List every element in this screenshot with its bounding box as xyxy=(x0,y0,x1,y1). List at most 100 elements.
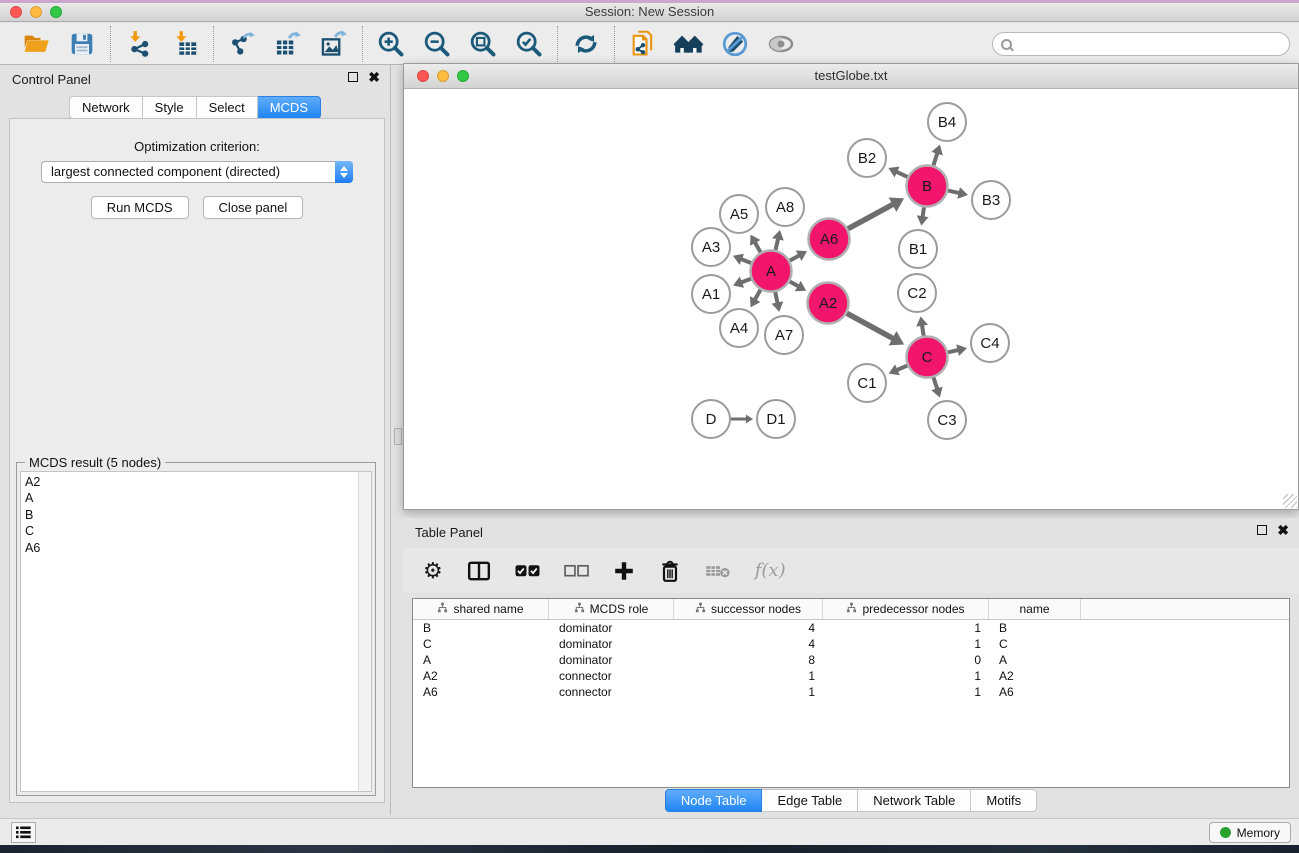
add-column-plus-icon[interactable] xyxy=(613,556,635,586)
graph-edge-B-B1[interactable] xyxy=(922,207,924,218)
table-cell[interactable]: dominator xyxy=(549,636,674,652)
mcds-result-list[interactable]: A2ABCA6 xyxy=(20,471,372,792)
delete-column-trash-icon[interactable] xyxy=(659,556,681,586)
table-cell[interactable]: 0 xyxy=(823,652,989,668)
table-row[interactable]: A2connector11A2 xyxy=(413,668,1289,684)
table-cell[interactable]: A xyxy=(413,652,549,668)
search-field[interactable] xyxy=(992,32,1290,56)
graph-edge-A-A1[interactable] xyxy=(740,279,751,283)
memory-button[interactable]: Memory xyxy=(1209,822,1291,843)
optimization-criterion-dropdown[interactable]: largest connected component (directed) xyxy=(41,161,353,183)
zoom-in-icon[interactable] xyxy=(376,29,406,59)
table-cell[interactable]: 1 xyxy=(823,668,989,684)
open-session-icon[interactable] xyxy=(21,29,51,59)
tab-network[interactable]: Network xyxy=(69,96,143,119)
tab-edge-table[interactable]: Edge Table xyxy=(762,789,858,812)
table-cell[interactable]: A2 xyxy=(413,668,549,684)
export-image-icon[interactable] xyxy=(319,29,349,59)
import-table-icon[interactable] xyxy=(170,29,200,59)
table-cell[interactable]: C xyxy=(989,636,1081,652)
float-table-panel-icon[interactable] xyxy=(1257,525,1267,535)
table-cell[interactable]: 8 xyxy=(674,652,823,668)
network-window-titlebar[interactable]: testGlobe.txt xyxy=(404,64,1298,89)
table-cell[interactable]: 4 xyxy=(674,620,823,636)
graph-edge-A-A7[interactable] xyxy=(775,292,777,304)
graph-edge-A-A2[interactable] xyxy=(790,282,800,287)
network-canvas[interactable]: AA1A2A3A4A5A6A7A8BB1B2B3B4CC1C2C3C4DD1 xyxy=(404,90,1298,509)
column-header-shared-name[interactable]: shared name xyxy=(413,599,549,619)
graph-edge-A-A4[interactable] xyxy=(754,290,760,301)
network-from-selection-icon[interactable] xyxy=(628,29,658,59)
zoom-selected-icon[interactable] xyxy=(514,29,544,59)
table-cell[interactable]: dominator xyxy=(549,652,674,668)
delete-table-icon[interactable] xyxy=(705,556,731,586)
hide-annotations-icon[interactable] xyxy=(720,29,750,59)
graph-edge-C-C4[interactable] xyxy=(948,350,959,353)
export-table-icon[interactable] xyxy=(273,29,303,59)
graph-edge-B-B3[interactable] xyxy=(948,191,960,194)
graph-edge-A-A6[interactable] xyxy=(790,255,800,261)
zoom-network-window-button[interactable] xyxy=(457,70,469,82)
close-panel-icon[interactable]: ✖ xyxy=(368,72,380,82)
table-row[interactable]: Cdominator41C xyxy=(413,636,1289,652)
table-cell[interactable]: A6 xyxy=(989,684,1081,700)
graph-edge-C-C3[interactable] xyxy=(934,377,938,390)
table-cell[interactable]: connector xyxy=(549,684,674,700)
table-cell[interactable]: 4 xyxy=(674,636,823,652)
table-cell[interactable]: C xyxy=(413,636,549,652)
node-table[interactable]: shared nameMCDS rolesuccessor nodesprede… xyxy=(412,598,1290,788)
column-header-successor-nodes[interactable]: successor nodes xyxy=(674,599,823,619)
result-item[interactable]: A6 xyxy=(21,540,371,556)
table-cell[interactable]: 1 xyxy=(674,668,823,684)
table-settings-gear-icon[interactable]: ⚙ xyxy=(423,556,443,586)
close-network-window-button[interactable] xyxy=(417,70,429,82)
run-mcds-button[interactable]: Run MCDS xyxy=(91,196,189,219)
result-item[interactable]: B xyxy=(21,507,371,523)
tab-select[interactable]: Select xyxy=(197,96,258,119)
close-table-panel-icon[interactable]: ✖ xyxy=(1277,525,1289,535)
column-header-predecessor-nodes[interactable]: predecessor nodes xyxy=(823,599,989,619)
graph-edge-A-A3[interactable] xyxy=(740,259,751,263)
minimize-window-button[interactable] xyxy=(30,6,42,18)
table-row[interactable]: Bdominator41B xyxy=(413,620,1289,636)
result-scrollbar[interactable] xyxy=(358,472,371,791)
import-network-icon[interactable] xyxy=(124,29,154,59)
function-builder-icon[interactable]: f(x) xyxy=(755,556,786,586)
split-columns-icon[interactable] xyxy=(467,556,491,586)
table-row[interactable]: Adominator80A xyxy=(413,652,1289,668)
search-input[interactable] xyxy=(1012,37,1289,51)
graph-edge-B-B4[interactable] xyxy=(933,152,937,166)
window-resize-grip[interactable] xyxy=(1283,494,1297,508)
graph-edge-A-A8[interactable] xyxy=(776,238,779,250)
graph-edge-C-C2[interactable] xyxy=(922,324,924,336)
panel-divider-grip[interactable] xyxy=(394,428,402,445)
table-cell[interactable]: A2 xyxy=(989,668,1081,684)
table-cell[interactable]: 1 xyxy=(823,684,989,700)
table-cell[interactable]: B xyxy=(989,620,1081,636)
refresh-layout-icon[interactable] xyxy=(571,29,601,59)
tab-style[interactable]: Style xyxy=(143,96,197,119)
close-window-button[interactable] xyxy=(10,6,22,18)
graph-edge-B-B2[interactable] xyxy=(895,171,907,177)
minimize-network-window-button[interactable] xyxy=(437,70,449,82)
float-panel-icon[interactable] xyxy=(348,72,358,82)
result-item[interactable]: A2 xyxy=(21,474,371,490)
tab-network-table[interactable]: Network Table xyxy=(858,789,971,812)
tab-motifs[interactable]: Motifs xyxy=(971,789,1037,812)
table-cell[interactable]: connector xyxy=(549,668,674,684)
table-cell[interactable]: dominator xyxy=(549,620,674,636)
home-icon[interactable] xyxy=(674,29,704,59)
table-cell[interactable]: 1 xyxy=(823,620,989,636)
graph-edge-A2-C[interactable] xyxy=(847,313,895,339)
export-network-icon[interactable] xyxy=(227,29,257,59)
table-cell[interactable]: A xyxy=(989,652,1081,668)
graph-edge-A6-B[interactable] xyxy=(848,204,895,229)
zoom-window-button[interactable] xyxy=(50,6,62,18)
table-cell[interactable]: A6 xyxy=(413,684,549,700)
table-row[interactable]: A6connector11A6 xyxy=(413,684,1289,700)
select-all-columns-icon[interactable] xyxy=(515,556,540,586)
column-header-name[interactable]: name xyxy=(989,599,1081,619)
zoom-fit-icon[interactable] xyxy=(468,29,498,59)
deselect-all-columns-icon[interactable] xyxy=(564,556,589,586)
table-cell[interactable]: 1 xyxy=(823,636,989,652)
